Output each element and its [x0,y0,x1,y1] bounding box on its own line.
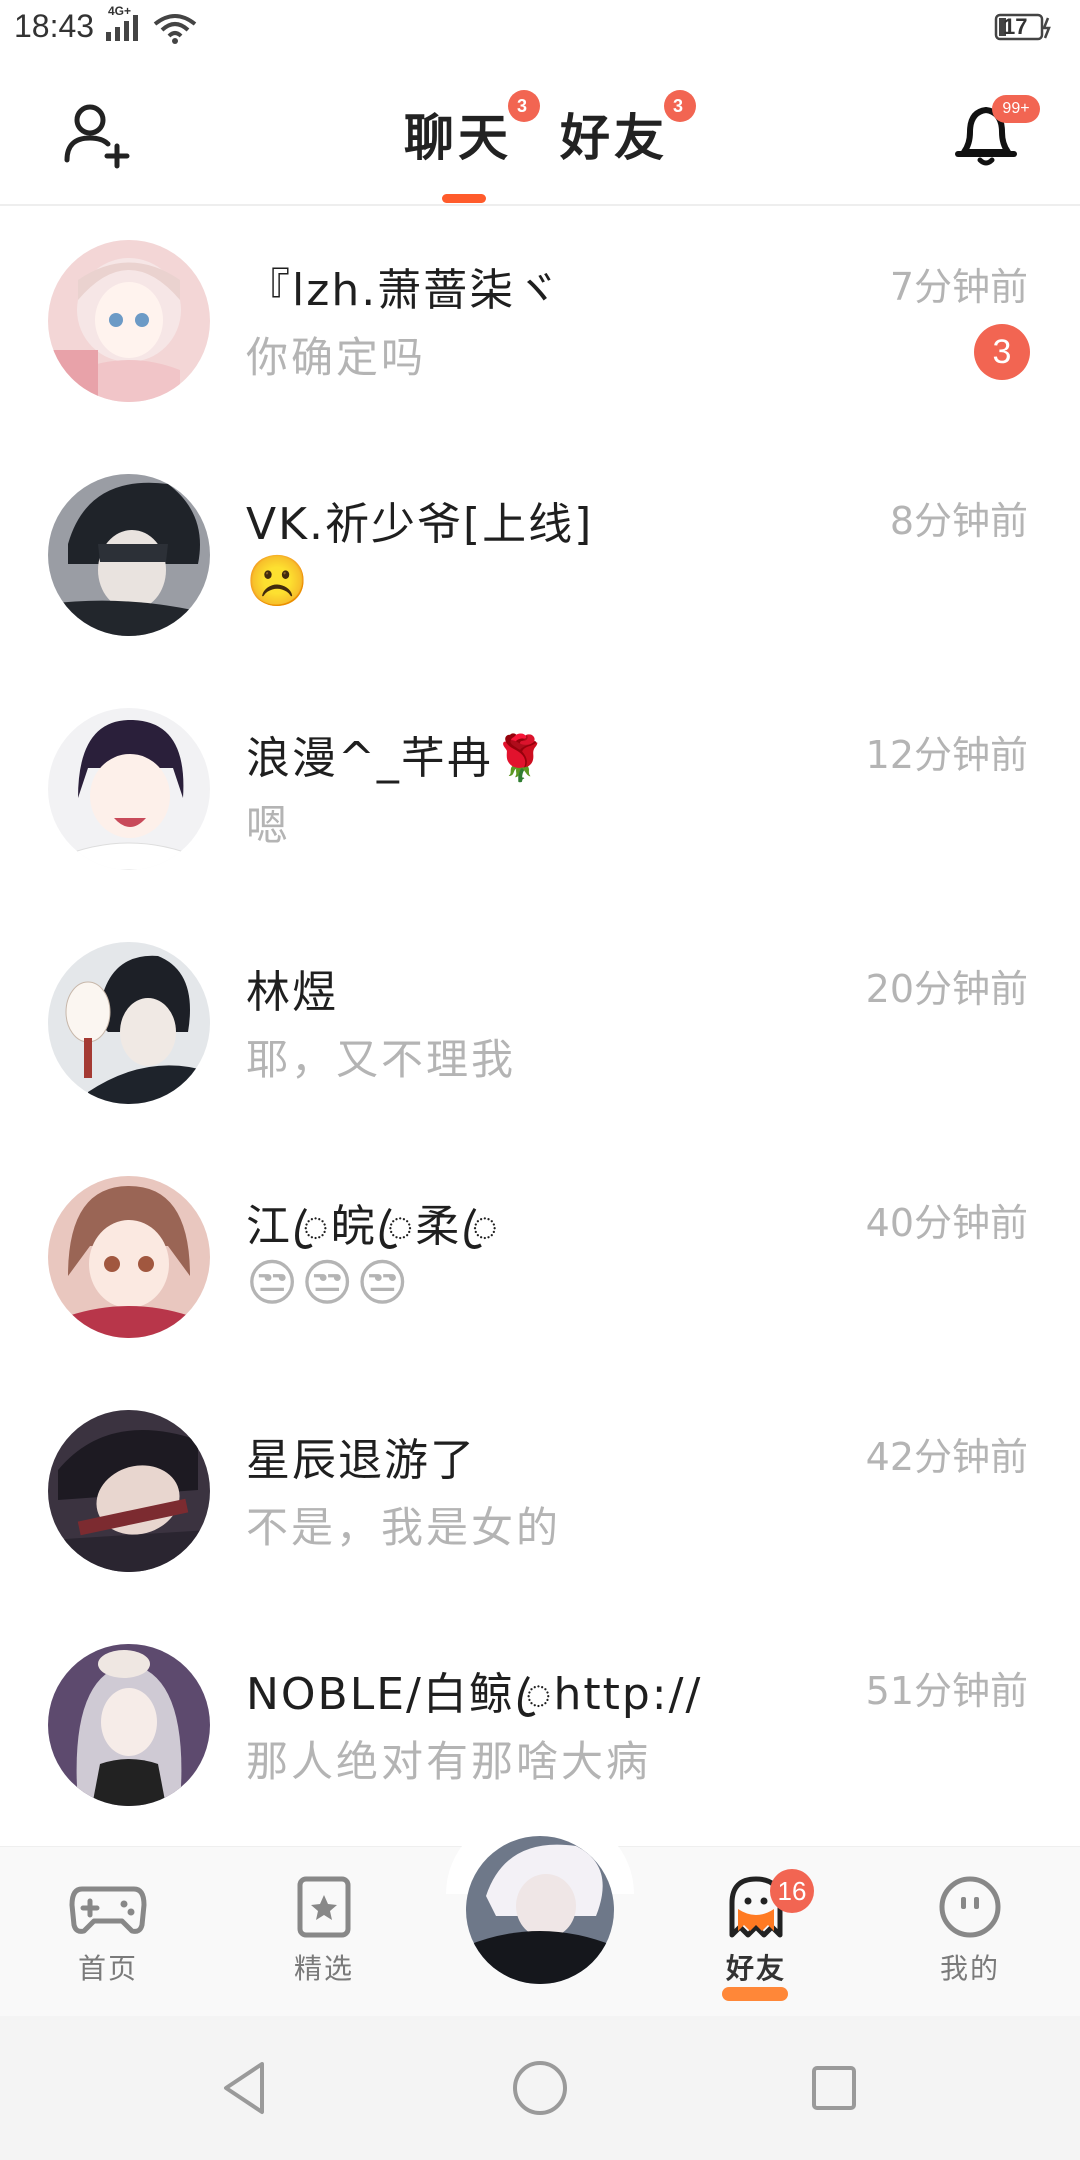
active-nav-indicator [722,1987,788,2001]
star-card-icon [297,1876,351,1938]
avatar[interactable] [48,708,210,870]
last-message: 那人绝对有那啥大病 [246,1737,652,1786]
system-nav-bar [0,2016,1080,2160]
last-message: 你确定吗 [246,333,427,382]
home-circle-icon[interactable] [510,2058,570,2118]
message-time: 42分钟前 [865,1435,1028,1479]
avatar[interactable] [48,240,210,402]
last-message: 嗯 [246,801,292,850]
battery-level: 17 [1003,14,1028,39]
contact-name: 『lzh.萧蔷柒ヾ [246,265,562,316]
smiley-icon [939,1876,1001,1938]
contact-name: 星辰退游了 [246,1435,476,1486]
nav-home-label: 首页 [77,1952,138,1985]
conversation-item[interactable]: NOBLE/白鲸ꦿhttp:// 51分钟前 那人绝对有那啥大病 [0,1610,1080,1844]
conversation-item[interactable]: 江ꦿ皖ꦿ柔ꦿ 40分钟前 😒😒😒 [0,1142,1080,1376]
nav-featured[interactable]: 精选 [244,1875,404,1987]
nav-featured-label: 精选 [293,1952,354,1985]
back-triangle-icon[interactable] [216,2058,276,2118]
tab-chat-label: 聊天 [404,109,512,167]
avatar[interactable] [48,474,210,636]
tab-friends[interactable]: 好友 3 [560,90,696,170]
message-time: 40分钟前 [865,1201,1028,1245]
nav-mine[interactable]: 我的 [890,1875,1050,1987]
contact-name: 林煜 [246,967,338,1018]
nav-home[interactable]: 首页 [28,1875,188,1987]
conversation-item[interactable]: 星辰退游了 42分钟前 不是，我是女的 [0,1376,1080,1610]
message-time: 20分钟前 [865,967,1028,1011]
last-message: 😒😒😒 [246,1254,412,1312]
status-time: 18:43 [14,8,95,44]
contact-name: VK.祈少爷[上线] [246,499,594,550]
chat-badge: 3 [508,90,540,122]
conversation-item[interactable]: 『lzh.萧蔷柒ヾ 7分钟前 你确定吗 3 [0,206,1080,440]
message-time: 8分钟前 [889,499,1028,543]
tab-chat[interactable]: 聊天 3 [404,90,540,170]
top-header: 聊天 3 好友 3 99+ [0,60,1080,206]
avatar[interactable] [48,1644,210,1806]
message-time: 51分钟前 [865,1669,1028,1713]
status-bar: 18:43 4G+ 17 [0,0,1080,60]
message-time: 12分钟前 [865,733,1028,777]
signal-icon [106,15,138,41]
nav-friends[interactable]: 好友 16 [676,1869,836,2001]
conversation-item[interactable]: 林煜 20分钟前 耶，又不理我 [0,908,1080,1142]
tab-friends-label: 好友 [560,109,668,167]
wifi-icon [153,14,197,44]
notification-badge: 99+ [992,95,1040,123]
avatar[interactable] [48,1176,210,1338]
unread-badge: 3 [974,324,1030,380]
contact-name: 浪漫^_芊冉🌹 [246,733,550,784]
nav-mine-label: 我的 [939,1952,1000,1985]
last-message: ☹️ [246,552,312,610]
friends-badge: 3 [664,90,696,122]
avatar[interactable] [48,942,210,1104]
nav-friends-label: 好友 [725,1952,786,1985]
last-message: 不是，我是女的 [246,1503,562,1552]
friends-nav-badge: 16 [770,1869,814,1913]
active-tab-indicator [442,194,486,203]
gamepad-icon [69,1886,147,1934]
last-message: 耶，又不理我 [246,1035,517,1084]
message-time: 7分钟前 [889,265,1028,309]
recents-square-icon[interactable] [804,2058,864,2118]
conversation-list: 『lzh.萧蔷柒ヾ 7分钟前 你确定吗 3 VK.祈少爷[上线] 8分钟前 ☹️ [0,206,1080,1844]
conversation-item[interactable]: 浪漫^_芊冉🌹 12分钟前 嗯 [0,674,1080,908]
conversation-item[interactable]: VK.祈少爷[上线] 8分钟前 ☹️ [0,440,1080,674]
add-friend-icon[interactable] [62,100,132,170]
center-avatar-button[interactable] [466,1836,614,1984]
avatar[interactable] [48,1410,210,1572]
